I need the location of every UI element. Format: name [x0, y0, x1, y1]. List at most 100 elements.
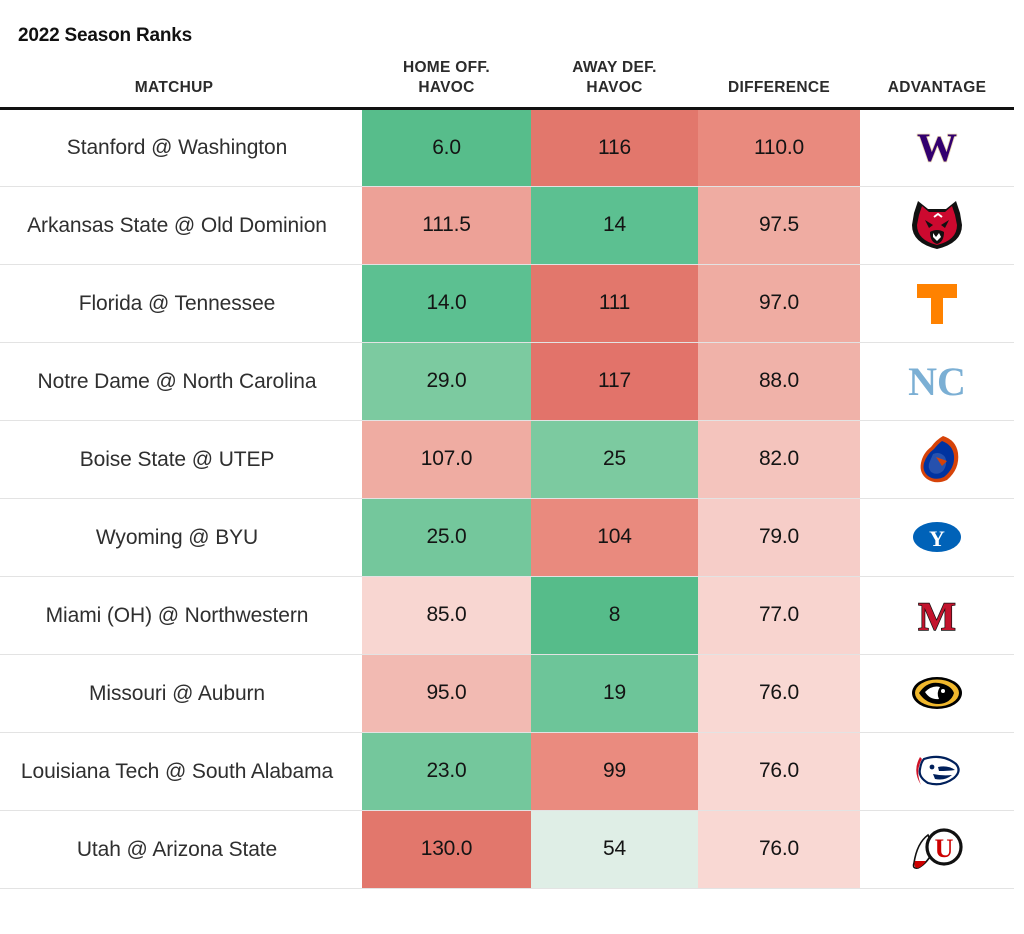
svg-text:NC: NC	[908, 359, 966, 404]
home-off-havoc-cell: 107.0	[362, 420, 531, 499]
home-off-havoc-cell: 85.0	[362, 576, 531, 655]
difference-cell: 76.0	[698, 732, 860, 811]
table-body: Stanford @ Washington 6.0 116 110.0 W Arkan…	[0, 108, 1014, 889]
home-off-havoc-cell: 130.0	[362, 810, 531, 889]
missouri-tigers-logo	[860, 657, 1014, 729]
column-header-difference: DIFFERENCE	[698, 58, 860, 110]
advantage-cell: W	[860, 108, 1014, 186]
svg-text:M: M	[918, 594, 956, 639]
page-title: 2022 Season Ranks	[18, 25, 193, 46]
washington-huskies-logo-svg: W	[916, 124, 958, 171]
advantage-cell: NC	[860, 342, 1014, 420]
south-alabama-jaguars-logo	[860, 735, 1014, 807]
home-off-havoc-cell: 23.0	[362, 732, 531, 811]
table-row: Stanford @ Washington 6.0 116 110.0 W	[0, 108, 1014, 187]
matchup-cell: Arkansas State @ Old Dominion	[27, 213, 327, 237]
column-header-away-def-havoc-line1: AWAY DEF.	[572, 59, 657, 76]
away-def-havoc-cell: 14	[531, 186, 698, 265]
byu-cougars-logo: Y	[860, 501, 1014, 573]
home-off-havoc-cell: 25.0	[362, 498, 531, 577]
arkansas-state-red-wolves-logo-svg	[912, 201, 962, 250]
matchup-cell: Miami (OH) @ Northwestern	[45, 603, 309, 627]
away-def-havoc-cell: 117	[531, 342, 698, 421]
advantage-cell	[860, 420, 1014, 498]
advantage-cell	[860, 186, 1014, 264]
utah-utes-logo-svg: U	[912, 828, 963, 870]
washington-huskies-logo: W	[860, 112, 1014, 184]
difference-cell: 97.5	[698, 186, 860, 265]
matchup-cell: Utah @ Arizona State	[76, 837, 278, 861]
matchup-cell: Florida @ Tennessee	[78, 291, 276, 315]
south-alabama-jaguars-logo-svg	[916, 755, 960, 786]
away-def-havoc-cell: 104	[531, 498, 698, 577]
matchup-cell: Louisiana Tech @ South Alabama	[20, 759, 334, 783]
away-def-havoc-cell: 116	[531, 108, 698, 187]
away-def-havoc-cell: 19	[531, 654, 698, 733]
column-header-home-off-havoc-line2: HAVOC	[418, 78, 475, 96]
svg-text:Y: Y	[929, 526, 945, 551]
column-header-matchup: MATCHUP	[0, 58, 362, 110]
advantage-cell	[860, 654, 1014, 732]
header-row: MATCHUP HOME OFF. HAVOC AWAY DEF. HAVOC …	[0, 58, 1014, 110]
matchup-cell: Wyoming @ BYU	[95, 525, 259, 549]
home-off-havoc-cell: 95.0	[362, 654, 531, 733]
table-row: Arkansas State @ Old Dominion 111.5 14 97.5	[0, 186, 1014, 265]
column-header-home-off-havoc-line1: HOME OFF.	[402, 59, 491, 76]
difference-cell: 77.0	[698, 576, 860, 655]
svg-text:U: U	[935, 834, 954, 863]
home-off-havoc-cell: 111.5	[362, 186, 531, 265]
boise-state-broncos-logo-svg	[920, 436, 959, 483]
difference-cell: 110.0	[698, 108, 860, 187]
matchup-cell: Boise State @ UTEP	[79, 447, 275, 471]
table-row: Florida @ Tennessee 14.0 111 97.0	[0, 264, 1014, 343]
advantage-cell	[860, 732, 1014, 810]
matchup-cell: Notre Dame @ North Carolina	[37, 369, 317, 393]
difference-cell: 97.0	[698, 264, 860, 343]
away-def-havoc-cell: 25	[531, 420, 698, 499]
table-row: Notre Dame @ North Carolina 29.0 117 88.0 N…	[0, 342, 1014, 421]
advantage-cell: Y	[860, 498, 1014, 576]
away-def-havoc-cell: 8	[531, 576, 698, 655]
home-off-havoc-cell: 6.0	[362, 108, 531, 187]
tennessee-volunteers-logo-svg	[917, 284, 957, 325]
column-header-away-def-havoc-line2: HAVOC	[586, 78, 643, 96]
column-header-advantage: ADVANTAGE	[860, 58, 1014, 110]
difference-cell: 76.0	[698, 654, 860, 733]
miami-ohio-redhawks-logo: M	[860, 579, 1014, 651]
table-row: Boise State @ UTEP 107.0 25 82.0	[0, 420, 1014, 499]
advantage-cell: U	[860, 810, 1014, 888]
miami-ohio-redhawks-logo-svg: M	[917, 593, 956, 639]
away-def-havoc-cell: 111	[531, 264, 698, 343]
advantage-cell	[860, 264, 1014, 342]
difference-cell: 79.0	[698, 498, 860, 577]
matchup-cell: Stanford @ Washington	[66, 136, 288, 160]
missouri-tigers-logo-svg	[912, 677, 962, 710]
matchup-cell: Missouri @ Auburn	[88, 681, 266, 705]
season-ranks-table: MATCHUP HOME OFF. HAVOC AWAY DEF. HAVOC …	[0, 58, 1014, 889]
table-header: MATCHUP HOME OFF. HAVOC AWAY DEF. HAVOC …	[0, 58, 1014, 110]
utah-utes-logo: U	[860, 813, 1014, 885]
table-row: Louisiana Tech @ South Alabama 23.0 99 76.0	[0, 732, 1014, 811]
column-header-home-off-havoc: HOME OFF. HAVOC	[362, 58, 531, 110]
table-row: Utah @ Arizona State 130.0 54 76.0 U	[0, 810, 1014, 889]
home-off-havoc-cell: 14.0	[362, 264, 531, 343]
boise-state-broncos-logo	[860, 423, 1014, 495]
column-header-away-def-havoc: AWAY DEF. HAVOC	[531, 58, 698, 110]
north-carolina-tar-heels-logo-svg: NC	[908, 359, 966, 404]
advantage-cell: M	[860, 576, 1014, 654]
table-row: Wyoming @ BYU 25.0 104 79.0 Y	[0, 498, 1014, 577]
table-row: Missouri @ Auburn 95.0 19 76.0	[0, 654, 1014, 733]
ranks-table-page: 2022 Season Ranks MATCHUP HOME OFF. HAVO…	[0, 0, 1024, 934]
away-def-havoc-cell: 54	[531, 810, 698, 889]
byu-cougars-logo-svg: Y	[913, 522, 961, 553]
table-row: Miami (OH) @ Northwestern 85.0 8 77.0 M	[0, 576, 1014, 655]
tennessee-volunteers-logo	[860, 267, 1014, 339]
arkansas-state-red-wolves-logo	[860, 189, 1014, 261]
away-def-havoc-cell: 99	[531, 732, 698, 811]
difference-cell: 76.0	[698, 810, 860, 889]
difference-cell: 88.0	[698, 342, 860, 421]
north-carolina-tar-heels-logo: NC	[860, 345, 1014, 417]
difference-cell: 82.0	[698, 420, 860, 499]
home-off-havoc-cell: 29.0	[362, 342, 531, 421]
svg-text:W: W	[917, 125, 957, 170]
